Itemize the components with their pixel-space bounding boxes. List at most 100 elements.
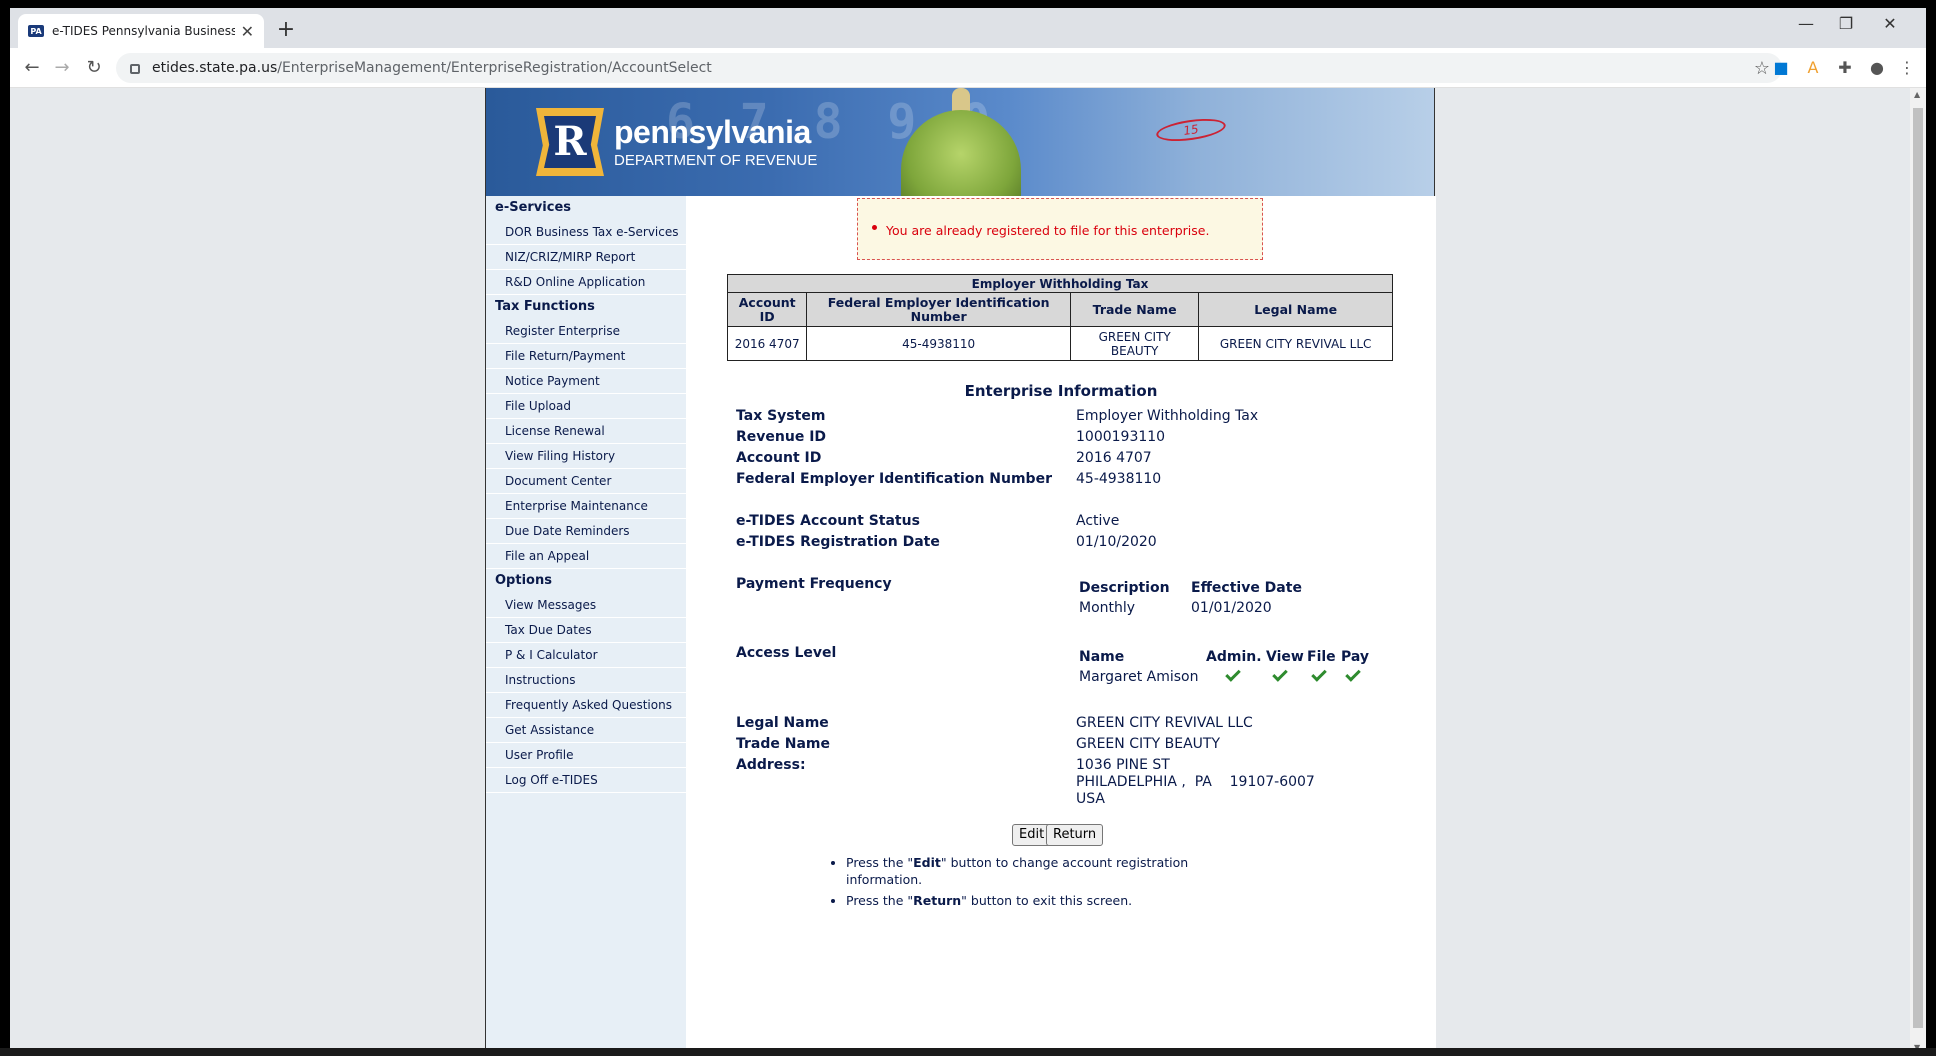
profile-avatar-icon[interactable]: ● [1866, 57, 1888, 79]
note-edit-bold: Edit [913, 855, 941, 870]
sidebar-item-frequently-asked-questions[interactable]: Frequently Asked Questions [486, 693, 686, 718]
sidebar-item-notice-payment[interactable]: Notice Payment [486, 369, 686, 394]
url-path: /EnterpriseManagement/EnterpriseRegistra… [277, 60, 712, 76]
browser-toolbar: ← → ↻ etides.state.pa.us/EnterpriseManag… [10, 48, 1926, 88]
url-host: etides.state.pa.us [152, 60, 278, 76]
close-window-icon[interactable]: ✕ [1870, 14, 1910, 33]
pf-effective-date-value: 01/01/2020 [1191, 600, 1272, 616]
payment-frequency-label: Payment Frequency [736, 576, 892, 592]
os-taskbar [0, 1048, 1936, 1056]
address-line2: PHILADELPHIA , PA 19107-6007 [1076, 774, 1315, 790]
pf-description-value: Monthly [1079, 600, 1136, 616]
address-label: Address: [736, 757, 806, 773]
revenue-id-value: 1000193110 [1076, 429, 1166, 445]
tax-system-label: Tax System [736, 408, 826, 424]
reload-icon[interactable]: ↻ [82, 56, 106, 80]
extensions-puzzle-icon[interactable]: ✚ [1834, 57, 1856, 79]
sidebar-item-tax-due-dates[interactable]: Tax Due Dates [486, 618, 686, 643]
admin-check-icon [1225, 666, 1241, 682]
sidebar-section-options: Options [495, 573, 552, 588]
sidebar-item-view-filing-history[interactable]: View Filing History [486, 444, 686, 469]
minimize-icon[interactable]: — [1786, 14, 1826, 33]
sidebar-item-license-renewal[interactable]: License Renewal [486, 419, 686, 444]
address-bar[interactable]: etides.state.pa.us/EnterpriseManagement/… [116, 53, 1782, 83]
sidebar-item-due-date-reminders[interactable]: Due Date Reminders [486, 519, 686, 544]
etides-page: 6 7 8 9 0 R pennsylvania DEPARTMENT OF R… [485, 88, 1436, 1054]
restore-icon[interactable]: ❐ [1826, 14, 1866, 33]
access-level-label: Access Level [736, 645, 837, 661]
back-icon[interactable]: ← [20, 56, 44, 80]
page-scrollbar[interactable]: ▲ ▼ [1910, 88, 1926, 1054]
acrobat-extension-icon[interactable]: A [1802, 57, 1824, 79]
keystone-letter: R [544, 116, 596, 168]
sidebar-item-instructions[interactable]: Instructions [486, 668, 686, 693]
note-return-bold: Return [913, 893, 962, 908]
alert-bullet [872, 225, 877, 230]
sidebar-item-enterprise-maintenance[interactable]: Enterprise Maintenance [486, 494, 686, 519]
account-status-value: Active [1076, 513, 1120, 529]
address-line1: 1036 PINE ST [1076, 757, 1170, 773]
bookmark-star-icon[interactable]: ☆ [1754, 58, 1770, 79]
revenue-id-label: Revenue ID [736, 429, 827, 445]
close-tab-icon[interactable]: ✕ [241, 22, 254, 41]
browser-tab[interactable]: PA e-TIDES Pennsylvania Business Ta ✕ [18, 14, 264, 48]
sidebar-item-file-return-payment[interactable]: File Return/Payment [486, 344, 686, 369]
tab-title: e-TIDES Pennsylvania Business Ta [52, 24, 235, 38]
table-row[interactable]: 2016 4707 45-4938110 GREEN CITY BEAUTY G… [726, 326, 1393, 361]
brand-name: pennsylvania [614, 114, 811, 150]
header-fein: Federal Employer Identification Number [806, 292, 1071, 327]
sidebar-item-document-center[interactable]: Document Center [486, 469, 686, 494]
sidebar-item-niz-criz-mirp-report[interactable]: NIZ/CRIZ/MIRP Report [486, 245, 686, 270]
registration-date-value: 01/10/2020 [1076, 534, 1157, 550]
list-item: Press the "Return" button to exit this s… [846, 892, 1246, 909]
sidebar-item-log-off-e-tides[interactable]: Log Off e-TIDES [486, 768, 686, 793]
tax-system-value: Employer Withholding Tax [1076, 408, 1259, 424]
sidebar-item-file-an-appeal[interactable]: File an Appeal [486, 544, 686, 569]
note-return-pre: Press the " [846, 893, 914, 908]
menu-kebab-icon[interactable]: ⋮ [1896, 57, 1918, 79]
sidebar-item-r-d-online-application[interactable]: R&D Online Application [486, 270, 686, 295]
access-admin-header: Admin. [1206, 649, 1262, 665]
pf-effective-date-header: Effective Date [1191, 580, 1302, 596]
enterprise-info-title: Enterprise Information [964, 382, 1158, 400]
list-item: Press the "Edit" button to change accoun… [846, 854, 1246, 888]
sidebar-item-register-enterprise[interactable]: Register Enterprise [486, 319, 686, 344]
already-registered-alert: You are already registered to file for t… [857, 198, 1263, 260]
cell-trade-name: GREEN CITY BEAUTY [1069, 326, 1200, 361]
sidebar-item-view-messages[interactable]: View Messages [486, 593, 686, 618]
scrollbar-thumb[interactable] [1913, 108, 1923, 1028]
file-check-icon [1311, 666, 1327, 682]
windows-extension-icon[interactable]: ■ [1770, 57, 1792, 79]
note-return-post: " button to exit this screen. [961, 893, 1133, 908]
fein-label: Federal Employer Identification Number [736, 471, 1052, 487]
header-account-id: Account ID [726, 292, 808, 327]
legal-name-label: Legal Name [736, 715, 829, 731]
header-legal-name: Legal Name [1198, 292, 1393, 327]
main-content: You are already registered to file for t… [686, 196, 1436, 1054]
cell-fein: 45-4938110 [806, 326, 1071, 361]
pay-check-icon [1345, 666, 1361, 682]
sidebar-item-p-i-calculator[interactable]: P & I Calculator [486, 643, 686, 668]
account-status-label: e-TIDES Account Status [736, 513, 920, 529]
note-edit-pre: Press the " [846, 855, 914, 870]
address-line3: USA [1076, 791, 1105, 807]
tab-bar: PA e-TIDES Pennsylvania Business Ta ✕ + … [10, 8, 1926, 48]
account-id-value: 2016 4707 [1076, 450, 1152, 466]
access-file-header: File [1307, 649, 1336, 665]
account-id-label: Account ID [736, 450, 822, 466]
cell-account-id: 2016 4707 [726, 326, 808, 361]
department-name: DEPARTMENT OF REVENUE [614, 152, 818, 169]
page-viewport: 6 7 8 9 0 R pennsylvania DEPARTMENT OF R… [10, 88, 1910, 1054]
sidebar-item-dor-business-tax-e-services[interactable]: DOR Business Tax e-Services [486, 220, 686, 245]
account-table-caption: Employer Withholding Tax [727, 274, 1393, 293]
header-trade-name: Trade Name [1069, 292, 1200, 327]
return-button[interactable]: Return [1046, 824, 1104, 846]
access-user-name: Margaret Amison [1079, 669, 1199, 685]
forward-icon[interactable]: → [50, 56, 74, 80]
sidebar-section-tax-functions: Tax Functions [495, 299, 595, 314]
scroll-up-icon[interactable]: ▲ [1914, 90, 1920, 99]
new-tab-icon[interactable]: + [272, 17, 300, 45]
sidebar-item-get-assistance[interactable]: Get Assistance [486, 718, 686, 743]
sidebar-item-user-profile[interactable]: User Profile [486, 743, 686, 768]
sidebar-item-file-upload[interactable]: File Upload [486, 394, 686, 419]
